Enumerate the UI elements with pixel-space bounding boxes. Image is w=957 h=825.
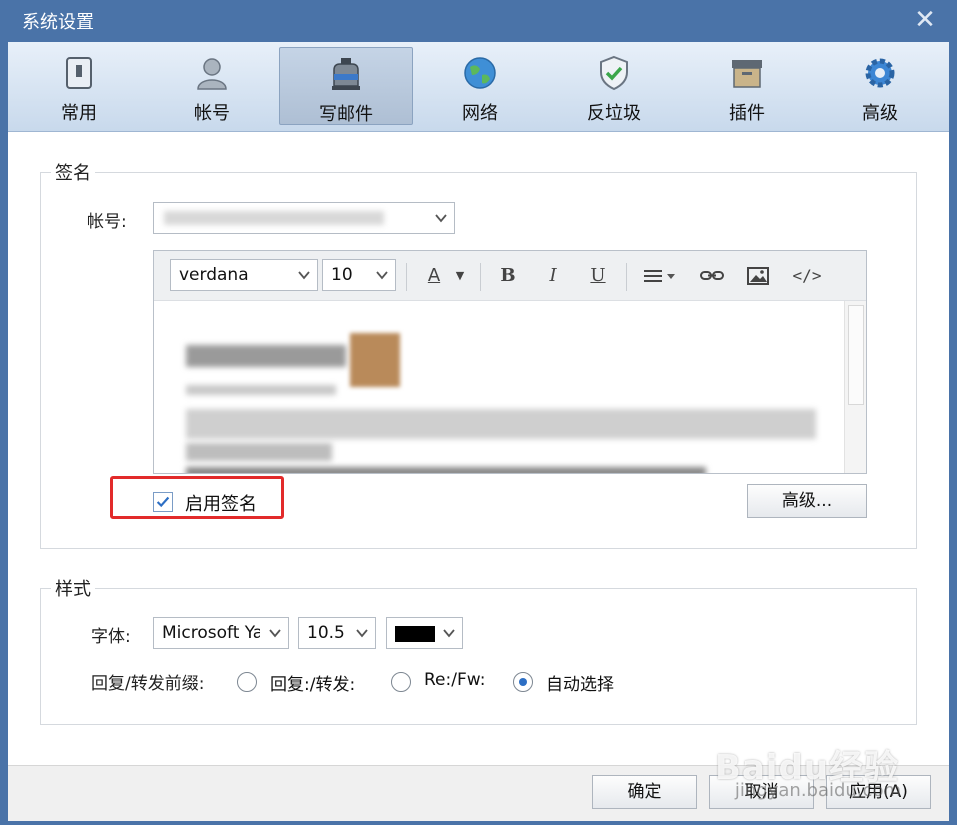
tab-label: 插件 [729,103,765,124]
account-icon [197,58,227,90]
font-size-style-value: 10.5 [307,623,345,643]
font-family-value: verdana [179,265,249,285]
source-code-button[interactable]: </> [790,263,824,289]
general-icon [66,57,92,89]
gear-icon [865,58,895,88]
watermark-url: jingyan.baidu.com [734,780,901,801]
tab-general[interactable]: 常用 [12,47,146,125]
chevron-down-icon [269,629,281,638]
redacted-logo [350,333,400,387]
settings-content: 签名 帐号: verdana 10 A ▼ B I U </> 启用签名 高级.… [8,132,949,765]
tab-account[interactable]: 帐号 [145,47,279,125]
plugin-icon [732,60,762,88]
tab-antispam[interactable]: 反垃圾 [547,47,681,125]
signature-editor[interactable]: verdana 10 A ▼ B I U </> [153,250,867,474]
prefix-option-label: 自动选择 [546,675,614,695]
title-bar: 系统设置 ✕ [0,0,957,42]
redacted-text [186,345,346,367]
editor-scrollbar[interactable] [844,301,866,473]
compose-icon [332,58,360,90]
font-size-value: 10 [331,265,353,285]
window-title: 系统设置 [22,12,94,33]
chevron-down-icon [443,629,455,638]
font-select[interactable]: Microsoft Ya [153,617,289,649]
redacted-text [186,385,336,395]
chevron-down-icon [376,271,388,280]
chevron-down-icon [298,271,310,280]
scrollbar-thumb[interactable] [848,305,864,405]
globe-icon [464,57,496,89]
font-label: 字体: [91,627,131,647]
toolbar-separator [626,263,627,291]
tab-advanced[interactable]: 高级 [813,47,947,125]
account-label: 帐号: [87,212,127,232]
image-button[interactable] [744,263,772,289]
tab-label: 高级 [862,103,898,124]
chevron-down-icon [435,214,447,223]
tab-label: 反垃圾 [587,103,641,124]
tab-label: 常用 [61,103,97,124]
tab-network[interactable]: 网络 [413,47,547,125]
signature-content[interactable] [154,301,842,473]
ok-button[interactable]: 确定 [592,775,697,809]
tab-label: 写邮件 [319,104,373,125]
font-family-select[interactable]: verdana [170,259,318,291]
tab-label: 帐号 [194,103,230,124]
link-button[interactable] [698,263,726,289]
prefix-option-english-radio[interactable] [391,672,411,692]
underline-button[interactable]: U [584,263,612,289]
shield-icon [600,55,628,91]
color-swatch [395,626,435,642]
signature-group-title: 签名 [51,159,95,185]
style-group-title: 样式 [51,575,95,601]
redacted-text [186,443,332,461]
prefix-option-label: Re:/Fw: [424,670,486,690]
italic-button[interactable]: I [539,263,567,289]
tab-plugins[interactable]: 插件 [680,47,814,125]
image-icon [747,267,769,285]
toolbar-separator [480,263,481,291]
editor-toolbar: verdana 10 A ▼ B I U </> [154,251,866,301]
chevron-down-icon [356,629,368,638]
font-color-select[interactable] [386,617,463,649]
category-toolbar: 常用 帐号 写邮件 网络 反垃圾 插件 高级 [8,42,949,132]
bold-button[interactable]: B [494,263,522,289]
prefix-option-chinese-radio[interactable] [237,672,257,692]
redacted-text [186,409,816,439]
prefix-option-label: 回复:/转发: [270,675,356,695]
toolbar-separator [406,263,407,291]
style-group: 样式 字体: Microsoft Ya 10.5 回复/转发前缀: 回复:/转发… [40,575,917,725]
align-icon [644,270,675,282]
close-icon[interactable]: ✕ [911,6,939,34]
tab-compose[interactable]: 写邮件 [279,47,413,125]
account-value-redacted [164,211,384,225]
signature-advanced-button[interactable]: 高级... [747,484,867,518]
text-color-button[interactable]: A [420,263,448,289]
account-select[interactable] [153,202,455,234]
prefix-option-auto-radio[interactable] [513,672,533,692]
tab-label: 网络 [462,103,498,124]
chevron-down-icon[interactable]: ▼ [452,263,468,289]
redacted-text [186,467,706,473]
font-value: Microsoft Ya [162,623,260,643]
align-button[interactable] [640,263,680,289]
prefix-label: 回复/转发前缀: [91,674,205,694]
highlight-annotation [110,476,284,519]
font-size-select[interactable]: 10 [322,259,396,291]
settings-window: 系统设置 ✕ 常用 帐号 写邮件 网络 反垃圾 插件 高级 签名 帐号: ver… [0,0,957,825]
font-size-style-select[interactable]: 10.5 [298,617,376,649]
link-icon [700,271,724,280]
